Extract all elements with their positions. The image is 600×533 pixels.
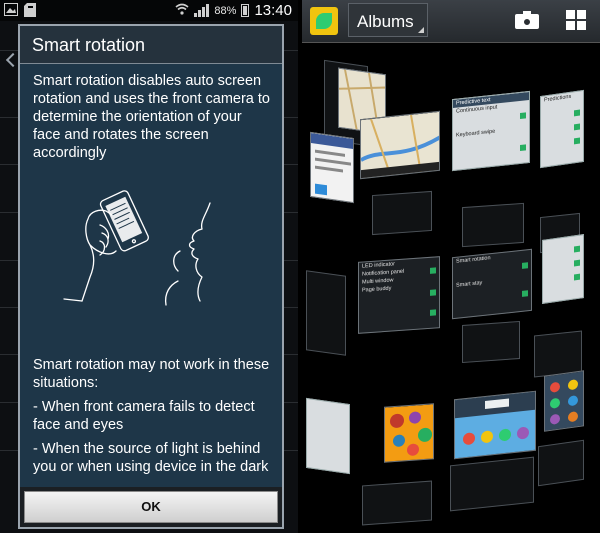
album-grid-3d[interactable]: Predictive text Continuous input Keyboar… <box>302 43 600 533</box>
grid-view-icon[interactable] <box>566 10 586 30</box>
gallery-app-icon[interactable] <box>310 7 338 35</box>
limitation-item: - When front camera fails to detect face… <box>33 399 255 433</box>
limitations-heading: Smart rotation may not work in these sit… <box>33 357 270 391</box>
wifi-icon <box>175 3 189 18</box>
thumb-text: Predictions <box>544 93 572 104</box>
camera-icon[interactable] <box>515 8 541 34</box>
album-thumbnail[interactable] <box>462 320 520 364</box>
hand-holding-phone-face-illustration <box>60 181 220 321</box>
album-thumbnail[interactable]: Predictive text Continuous input Keyboar… <box>452 90 530 172</box>
gallery-action-bar: Albums <box>302 0 600 43</box>
album-thumbnail[interactable] <box>306 270 346 356</box>
battery-percent: 88% <box>214 4 237 17</box>
clock: 13:40 <box>254 2 292 19</box>
limitation-item: - When the source of light is behind you… <box>33 441 269 475</box>
smart-rotation-dialog: Smart rotation Smart rotation disables a… <box>18 24 284 529</box>
gallery-screen: Albums Predictive text Continuous input … <box>302 0 600 533</box>
album-thumbnail[interactable] <box>384 403 434 463</box>
album-thumbnail[interactable] <box>454 390 536 460</box>
album-thumbnail[interactable] <box>544 370 584 432</box>
thumb-text: Keyboard swipe <box>456 128 496 139</box>
thumb-text: Smart stay <box>456 280 483 289</box>
settings-screen: 88% 13:40 Smart rotation Smart rotation … <box>0 0 298 533</box>
album-selector-label: Albums <box>357 12 414 31</box>
ok-button[interactable]: OK <box>24 491 278 523</box>
album-thumbnail[interactable]: Predictions <box>540 89 584 169</box>
dropdown-caret-icon <box>418 27 424 33</box>
album-selector[interactable]: Albums <box>348 3 428 37</box>
album-thumbnail[interactable] <box>462 202 524 248</box>
dialog-description: Smart rotation disables auto screen rota… <box>33 73 270 161</box>
battery-icon <box>241 4 250 17</box>
album-thumbnail[interactable] <box>542 234 584 304</box>
status-bar: 88% 13:40 <box>0 0 298 21</box>
album-thumbnail[interactable]: LED indicator Notification panel Multi w… <box>358 256 440 334</box>
album-thumbnail[interactable] <box>538 439 584 487</box>
album-thumbnail[interactable] <box>450 456 534 512</box>
image-icon <box>4 3 18 22</box>
dialog-title: Smart rotation <box>20 26 282 64</box>
album-thumbnail[interactable] <box>360 110 440 180</box>
album-thumbnail[interactable] <box>372 190 432 236</box>
sd-card-icon <box>24 3 36 22</box>
album-thumbnail[interactable] <box>306 397 350 475</box>
dialog-button-bar: OK <box>20 487 282 527</box>
signal-icon <box>194 4 210 17</box>
album-thumbnail[interactable] <box>362 480 432 526</box>
album-thumbnail[interactable] <box>310 131 354 204</box>
album-thumbnail[interactable]: Smart rotation Smart stay <box>452 248 532 320</box>
thumb-text: Smart rotation <box>456 255 491 265</box>
